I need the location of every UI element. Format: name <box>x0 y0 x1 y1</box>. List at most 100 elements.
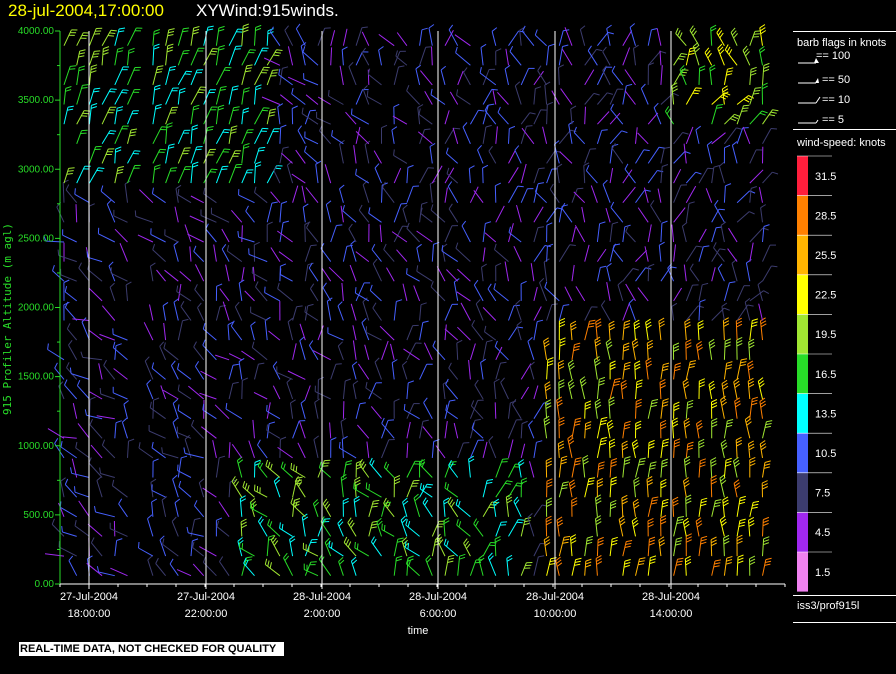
wind-barb <box>720 395 727 419</box>
barb-shaft <box>529 461 535 478</box>
barb-tick <box>497 106 501 113</box>
barb-shaft <box>164 234 179 243</box>
wind-barb <box>63 29 78 46</box>
barb-tick <box>688 52 695 56</box>
wind-barb <box>241 556 253 576</box>
wind-barb <box>177 404 192 420</box>
wind-barb <box>125 281 132 301</box>
wind-barb <box>422 426 433 439</box>
barb-shaft <box>238 283 243 301</box>
wind-barb <box>609 221 619 243</box>
y-tick-label: 0.00 <box>35 579 55 590</box>
barb-tick <box>264 558 268 565</box>
barb-shaft <box>637 287 649 302</box>
barb-shaft <box>152 193 166 204</box>
barb-shaft <box>530 263 535 282</box>
barb-tick <box>739 364 746 367</box>
wind-barb <box>664 106 675 125</box>
barb-tick <box>74 519 77 527</box>
wind-barb <box>698 167 714 184</box>
barb-tick <box>76 380 81 386</box>
barb-tick <box>721 401 727 406</box>
barb-tick <box>632 519 638 525</box>
barb-tick <box>74 486 76 493</box>
wind-barb <box>393 475 401 498</box>
barb-tick <box>650 555 657 559</box>
barb-shaft <box>381 423 395 439</box>
barb-shaft <box>457 268 471 282</box>
barb-tick <box>634 363 641 368</box>
wind-barb <box>127 128 138 144</box>
barb-shaft <box>391 231 408 243</box>
wind-barb <box>543 258 550 282</box>
barb-tick <box>371 523 378 526</box>
barb-shaft <box>315 164 319 184</box>
barb-shaft <box>339 65 344 85</box>
wind-barb <box>406 164 414 184</box>
barb-shaft <box>193 346 205 361</box>
barb-tick <box>696 343 703 349</box>
barb-shaft <box>419 304 422 321</box>
wind-barb <box>749 30 761 46</box>
barb-tick <box>352 559 358 565</box>
wind-barb <box>736 518 746 537</box>
barb-tick <box>324 537 330 543</box>
barb-shaft <box>125 284 128 301</box>
barb-shaft <box>98 233 116 243</box>
wind-barb <box>322 498 332 518</box>
wind-barb <box>516 321 522 341</box>
barb-shaft <box>520 386 530 400</box>
wind-barb <box>267 519 281 537</box>
wind-barb <box>69 367 90 380</box>
wind-barb <box>88 167 105 184</box>
wind-barb <box>190 26 200 46</box>
wind-barb <box>165 87 179 105</box>
barb-tick <box>546 463 553 468</box>
wind-barb <box>88 396 96 419</box>
wind-barb <box>114 47 124 66</box>
wind-barb <box>241 225 243 243</box>
wind-barb <box>520 420 528 439</box>
wind-barb <box>314 398 320 419</box>
wind-barb <box>297 125 306 145</box>
wind-barb <box>622 342 630 360</box>
wind-barb <box>579 376 587 400</box>
barb-shaft <box>203 168 212 184</box>
wind-barb <box>423 397 433 419</box>
barb-tick <box>112 341 116 348</box>
barb-tick <box>736 540 743 545</box>
wind-barb <box>266 405 281 420</box>
wind-barb <box>611 143 624 164</box>
barb-shaft <box>100 393 115 400</box>
barb-tick <box>491 88 498 91</box>
barb-tick <box>745 418 752 423</box>
barb-tick <box>99 387 102 395</box>
barb-tick <box>715 499 722 502</box>
barb-tick <box>649 539 655 543</box>
wind-barb <box>98 363 103 380</box>
barb-tick <box>587 325 594 328</box>
wind-barb <box>228 125 238 144</box>
wind-barb <box>381 523 395 537</box>
barb-shaft <box>75 447 90 459</box>
barb-tick <box>79 65 86 69</box>
wind-barb <box>151 498 158 517</box>
wind-barb <box>609 458 618 478</box>
barb-shaft <box>622 268 634 282</box>
barb-tick <box>282 146 289 149</box>
wind-barb <box>169 558 179 576</box>
barb-shaft <box>303 78 319 86</box>
barb-tick <box>514 499 520 505</box>
barb-shaft <box>533 227 539 243</box>
wind-barb <box>272 385 281 400</box>
wind-barb <box>177 70 193 86</box>
wind-barb <box>337 301 344 321</box>
barb-shaft <box>597 111 610 125</box>
barb-tick <box>191 419 195 426</box>
barb-tick <box>255 164 262 168</box>
wind-barb <box>416 243 422 262</box>
wind-barb <box>584 319 596 341</box>
barb-tick <box>534 29 538 36</box>
barb-tick <box>514 145 520 151</box>
wind-barb <box>365 482 382 498</box>
